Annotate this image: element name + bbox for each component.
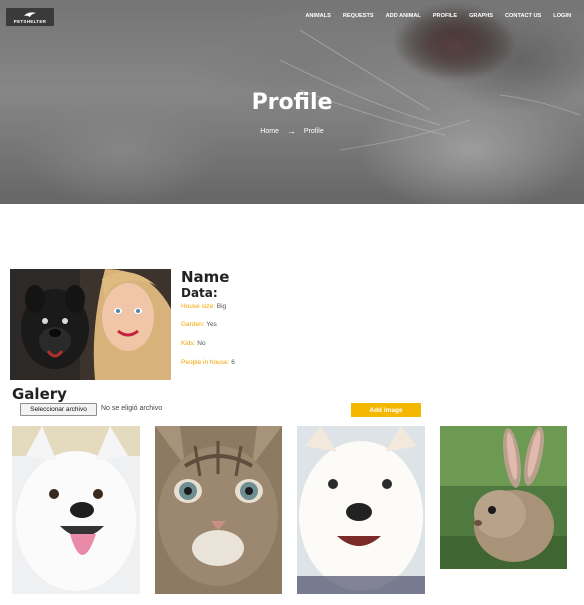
arrow-right-icon: →	[286, 126, 296, 136]
field-label: Garden:	[181, 321, 205, 328]
profile-photo	[10, 269, 171, 380]
nav-animals[interactable]: ANIMALS	[305, 13, 330, 19]
field-kids: Kids: No	[181, 340, 206, 347]
hero-banner: PETSHELTER ANIMALS REQUESTS ADD ANIMAL P…	[0, 0, 584, 204]
nav-graphs[interactable]: GRAPHS	[469, 13, 493, 19]
main-nav: ANIMALS REQUESTS ADD ANIMAL PROFILE GRAP…	[293, 13, 571, 19]
nav-contact-us[interactable]: CONTACT US	[505, 13, 541, 19]
field-value: 6	[231, 359, 235, 366]
file-select-button[interactable]: Seleccionar archivo	[20, 403, 97, 416]
nav-profile[interactable]: PROFILE	[433, 13, 457, 19]
nav-requests[interactable]: REQUESTS	[343, 13, 374, 19]
logo-text: PETSHELTER	[13, 18, 47, 24]
breadcrumb-current: Profile	[303, 127, 324, 135]
field-garden: Garden: Yes	[181, 321, 217, 328]
field-value: Yes	[206, 321, 217, 328]
page-title: Profile	[251, 90, 333, 115]
gallery-image-fluffy-puppy[interactable]	[297, 426, 425, 594]
breadcrumb-home[interactable]: Home	[260, 128, 279, 135]
file-status-text: No se eligió archivo	[101, 405, 163, 412]
gallery-image-rabbit[interactable]	[440, 426, 567, 569]
gallery-image-kitten[interactable]	[155, 426, 282, 594]
field-label: People in house:	[181, 359, 230, 366]
profile-data-heading: Data:	[181, 286, 218, 300]
site-logo[interactable]: PETSHELTER	[5, 7, 55, 27]
field-people-in-house: People in house: 6	[181, 359, 235, 366]
breadcrumb: Home → Profile	[0, 126, 584, 136]
field-label: House size:	[181, 303, 215, 310]
field-value: Big	[216, 303, 227, 310]
add-image-button[interactable]: Add image	[351, 403, 421, 417]
field-house-size: House size: Big	[181, 303, 226, 310]
gallery-title: Galery	[12, 385, 67, 403]
nav-login[interactable]: LOGIN	[553, 13, 571, 19]
field-label: Kids:	[181, 340, 196, 347]
bird-icon	[24, 11, 36, 17]
nav-add-animal[interactable]: ADD ANIMAL	[386, 13, 421, 19]
gallery-image-puppy[interactable]	[12, 426, 140, 594]
field-value: No	[197, 340, 206, 347]
profile-name: Name	[181, 268, 230, 286]
